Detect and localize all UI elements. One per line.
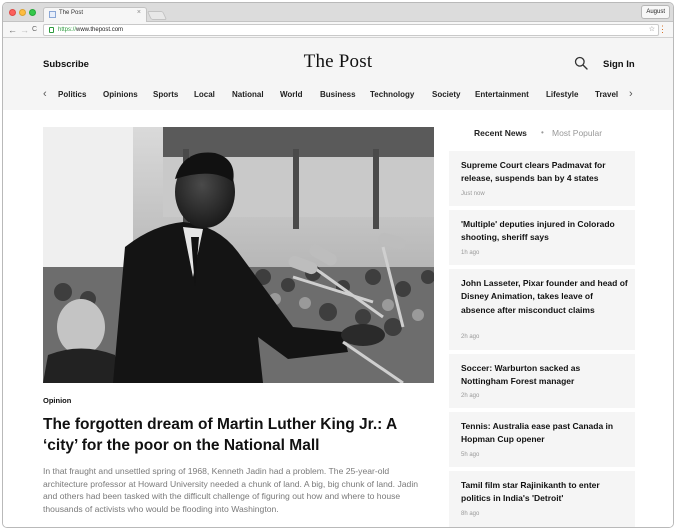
bookmark-star-icon[interactable]: ☆ [649,25,655,33]
news-item-title[interactable]: Tennis: Australia ease past Canada in Ho… [461,420,629,447]
forward-arrow-icon[interactable]: → [20,24,29,36]
nav-item-local[interactable]: Local [194,90,215,99]
news-item[interactable]: Soccer: Warburton sacked as Nottingham F… [449,354,635,408]
site-header: Subscribe The Post Sign In ‹ Politics Op… [3,38,673,110]
news-item-title[interactable]: 'Multiple' deputies injured in Colorado … [461,218,629,245]
news-item[interactable]: Tamil film star Rajinikanth to enter pol… [449,471,635,527]
maximize-window-button[interactable] [29,9,36,16]
reload-icon[interactable]: C [32,24,37,36]
article-headline[interactable]: The forgotten dream of Martin Luther Kin… [43,414,428,456]
tab-recent-news[interactable]: Recent News [474,128,527,138]
news-item-title[interactable]: Supreme Court clears Padmavat for releas… [461,159,629,186]
tab-close-icon[interactable]: × [137,9,141,16]
news-item-time: 2h ago [461,393,480,399]
news-item[interactable]: 'Multiple' deputies injured in Colorado … [449,210,635,265]
nav-item-sports[interactable]: Sports [153,90,178,99]
browser-window: The Post × August ← → C https://www.thep… [2,2,674,528]
profile-button[interactable]: August [641,5,670,19]
news-item[interactable]: Supreme Court clears Padmavat for releas… [449,151,635,206]
news-item-title[interactable]: Soccer: Warburton sacked as Nottingham F… [461,362,629,389]
browser-tab[interactable]: The Post × [43,7,147,22]
article-kicker[interactable]: Opinion [43,396,71,405]
nav-item-national[interactable]: National [232,90,264,99]
hero-photo[interactable] [43,127,434,383]
tab-strip: The Post × August [3,3,673,22]
minimize-window-button[interactable] [19,9,26,16]
web-page: Subscribe The Post Sign In ‹ Politics Op… [3,38,673,527]
lock-icon [49,27,54,33]
sidebar-tabs: Recent News • Most Popular [449,127,635,149]
nav-item-world[interactable]: World [280,90,303,99]
news-item-time: Just now [461,191,485,197]
nav-item-travel[interactable]: Travel [595,90,618,99]
nav-item-technology[interactable]: Technology [370,90,414,99]
sign-in-link[interactable]: Sign In [603,59,635,70]
site-logo[interactable]: The Post [3,51,673,73]
close-window-button[interactable] [9,9,16,16]
news-item[interactable]: John Lasseter, Pixar founder and head of… [449,269,635,350]
back-arrow-icon[interactable]: ← [8,24,17,36]
nav-item-entertainment[interactable]: Entertainment [475,90,529,99]
page-favicon-icon [49,11,56,18]
browser-menu-icon[interactable]: ⋮ [658,23,667,35]
browser-toolbar: ← → C https://www.thepost.com ☆ ⋮ [3,22,673,38]
nav-prev-icon[interactable]: ‹ [43,88,47,100]
new-tab-button[interactable] [146,11,168,20]
nav-item-society[interactable]: Society [432,90,460,99]
tab-separator: • [541,128,544,137]
tab-title: The Post [59,10,84,16]
news-item-title[interactable]: John Lasseter, Pixar founder and head of… [461,277,629,317]
news-item[interactable]: Tennis: Australia ease past Canada in Ho… [449,412,635,467]
tab-most-popular[interactable]: Most Popular [552,128,602,138]
nav-item-politics[interactable]: Politics [58,90,86,99]
news-item-time: 8h ago [461,511,480,517]
nav-item-opinions[interactable]: Opinions [103,90,138,99]
speaker-photo-illustration [43,127,434,383]
search-icon[interactable] [574,56,588,70]
nav-next-icon[interactable]: › [629,88,633,100]
news-item-time: 2h ago [461,334,480,340]
nav-item-lifestyle[interactable]: Lifestyle [546,90,578,99]
url-text: https://www.thepost.com [58,27,124,33]
article-summary: In that fraught and unsettled spring of … [43,466,419,514]
news-item-time: 1h ago [461,250,480,256]
nav-item-business[interactable]: Business [320,90,356,99]
news-item-title[interactable]: Tamil film star Rajinikanth to enter pol… [461,479,629,506]
address-bar[interactable]: https://www.thepost.com ☆ [43,24,659,36]
news-item-time: 5h ago [461,452,480,458]
